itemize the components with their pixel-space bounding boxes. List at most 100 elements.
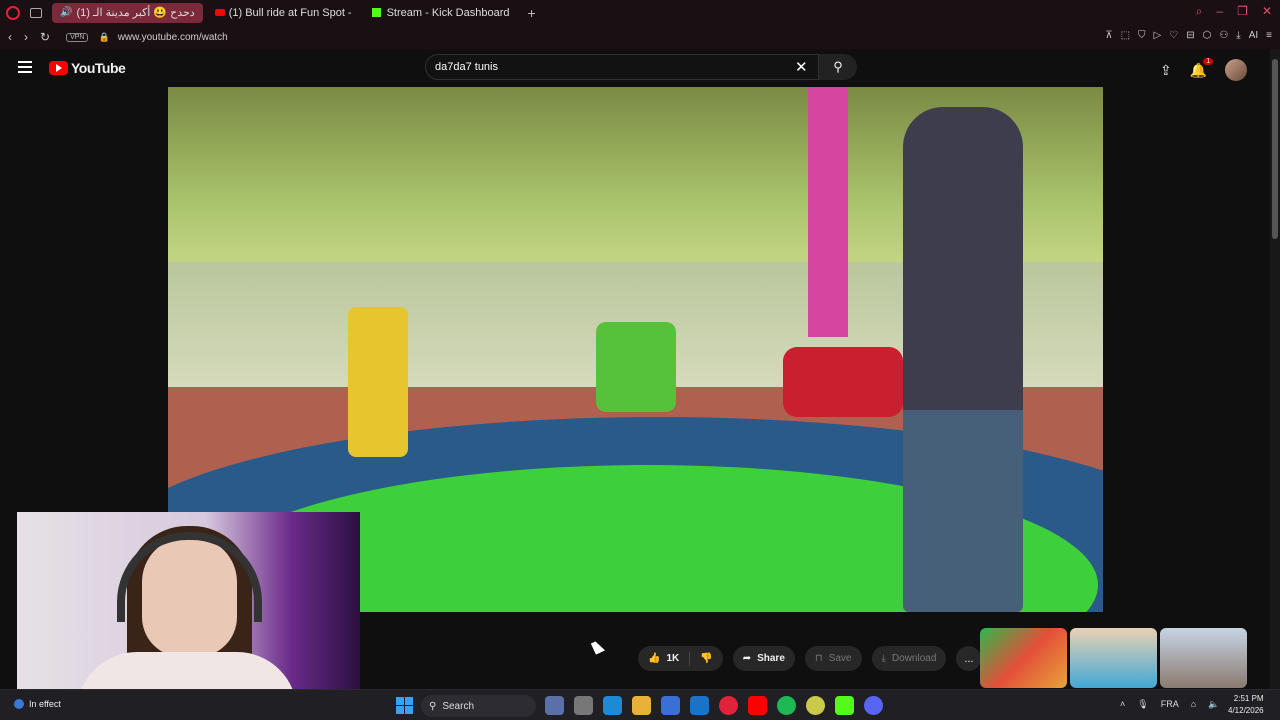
store-icon[interactable] <box>661 696 680 715</box>
search-button[interactable]: ⚲ <box>819 54 857 80</box>
shield-icon[interactable]: ⛉ <box>1138 30 1146 41</box>
bookmark-icon: ⊓ <box>814 653 823 664</box>
video-scene-motorbike-ride <box>596 322 676 412</box>
network-icon[interactable]: ⌂ <box>1191 699 1196 710</box>
nav-buttons: ‹ › ↻ <box>8 30 50 44</box>
opera-logo-icon[interactable] <box>6 5 20 20</box>
taskbar-search[interactable]: ⚲ Search <box>421 695 536 717</box>
opera-icon[interactable] <box>719 696 738 715</box>
windows-start-icon[interactable] <box>396 697 413 714</box>
download-icon: ⤓ <box>881 653 886 664</box>
tab-label: (1) دحدح 😃 أكبر مدينة الـ <box>76 7 195 19</box>
download-button[interactable]: ⤓ Download <box>871 646 947 671</box>
search-icon: ⚲ <box>833 59 843 74</box>
youtube-logo[interactable]: YouTube <box>49 60 126 76</box>
search-query: da7da7 tunis <box>435 61 498 73</box>
heart-icon[interactable]: ♡ <box>1169 30 1178 41</box>
search-input[interactable]: da7da7 tunis <box>425 54 819 80</box>
in-effect-label: In effect <box>29 699 61 709</box>
thumbs-up-icon: 👍 <box>648 653 661 664</box>
video-scene-pink-pillar <box>808 87 848 337</box>
tab-youtube-active[interactable]: 🔊 (1) دحدح 😃 أكبر مدينة الـ <box>52 2 203 23</box>
lock-icon[interactable]: 🔒 <box>98 32 109 43</box>
page-scrollbar[interactable] <box>1270 49 1280 689</box>
vpn-badge[interactable]: VPN <box>66 32 89 42</box>
snapshot-icon[interactable]: ⬚ <box>1121 30 1130 41</box>
video-scene-race-car <box>783 347 903 417</box>
edge-icon[interactable] <box>603 696 622 715</box>
save-button[interactable]: ⊓ Save <box>804 646 862 671</box>
player-icon[interactable]: ▷ <box>1154 30 1162 41</box>
recommendation-thumbnail[interactable] <box>1160 628 1247 688</box>
youtube-header: YouTube da7da7 tunis ✕ ⚲ ⇪ 🔔 1 <box>0 49 1270 87</box>
app-icon[interactable] <box>806 696 825 715</box>
share-icon: ➦ <box>742 653 752 664</box>
new-tab-button[interactable]: + <box>527 5 535 21</box>
file-manager-icon[interactable] <box>574 696 593 715</box>
tab-islands-icon[interactable] <box>30 7 42 18</box>
search-tabs-icon[interactable]: ⌕ <box>1196 4 1203 19</box>
folder-icon[interactable] <box>632 696 651 715</box>
tab-kick-dashboard[interactable]: Stream - Kick Dashboard <box>364 3 518 23</box>
ai-button[interactable]: AI <box>1249 30 1258 41</box>
tab-youtube-bull-ride[interactable]: (1) Bull ride at Fun Spot - <box>207 3 360 23</box>
clock-time: 2:51 PM <box>1233 694 1264 703</box>
share-label: Share <box>757 653 785 664</box>
notification-badge: 1 <box>1203 57 1214 65</box>
scrollbar-thumb[interactable] <box>1272 59 1278 239</box>
thumbs-down-icon[interactable]: 👎 <box>700 653 712 664</box>
pin-icon[interactable]: ⊼ <box>1105 30 1112 41</box>
browser-tab-bar: 🔊 (1) دحدح 😃 أكبر مدينة الـ (1) Bull rid… <box>0 0 1280 25</box>
chevron-up-icon[interactable]: ˄ <box>1120 699 1125 710</box>
taskbar-search-label: Search <box>442 700 475 712</box>
reload-icon[interactable]: ↻ <box>40 30 50 44</box>
extension-icon[interactable]: ⬡ <box>1203 30 1212 41</box>
kick-icon[interactable] <box>835 696 854 715</box>
volume-icon[interactable]: 🔈 <box>1208 699 1219 710</box>
bookmark-icon[interactable]: ⊟ <box>1186 30 1194 41</box>
more-icon: ... <box>964 652 974 665</box>
upload-icon[interactable]: ⇪ <box>1160 62 1172 79</box>
restore-icon[interactable]: ❐ <box>1237 4 1248 19</box>
download-icon[interactable]: ⤓ <box>1236 30 1240 41</box>
youtube-icon[interactable] <box>748 696 767 715</box>
back-icon[interactable]: ‹ <box>8 30 12 44</box>
outlook-icon[interactable] <box>690 696 709 715</box>
share-button[interactable]: ➦ Share <box>732 646 795 671</box>
task-view-icon[interactable] <box>545 696 564 715</box>
menu-icon[interactable]: ≡ <box>1266 30 1272 41</box>
video-actions: 👍 1K 👎 ➦ Share ⊓ Save ⤓ Download ... <box>638 646 982 671</box>
discord-icon[interactable] <box>864 696 883 715</box>
avatar[interactable] <box>1225 59 1248 81</box>
hamburger-menu-icon[interactable] <box>18 61 32 73</box>
speaker-icon[interactable]: 🔊 <box>60 7 72 18</box>
recommendation-thumbnail[interactable] <box>1070 628 1157 688</box>
clear-search-icon[interactable]: ✕ <box>795 58 808 76</box>
like-button[interactable]: 👍 1K 👎 <box>638 646 723 671</box>
tab-label: (1) Bull ride at Fun Spot - <box>228 6 352 19</box>
recommendation-thumbnails <box>980 628 1247 688</box>
in-effect-widget[interactable]: In effect <box>14 699 61 709</box>
minimize-icon[interactable]: – <box>1216 4 1223 19</box>
youtube-logo-text: YouTube <box>71 60 126 76</box>
more-actions-button[interactable]: ... <box>956 646 982 671</box>
mouse-cursor-icon <box>590 639 606 655</box>
like-count: 1K <box>666 653 680 664</box>
recommendation-thumbnail[interactable] <box>980 628 1067 688</box>
window-controls: ⌕ – ❐ ✕ <box>1196 4 1272 19</box>
video-scene-person <box>903 107 1023 612</box>
webcam-overlay <box>17 512 360 705</box>
header-actions: ⇪ 🔔 1 <box>1160 57 1248 81</box>
like-divider <box>689 651 691 666</box>
clock[interactable]: 2:51 PM 4/12/2026 <box>1228 693 1264 717</box>
notifications-button[interactable]: 🔔 1 <box>1190 57 1214 79</box>
url-field[interactable]: www.youtube.com/watch <box>118 32 228 43</box>
close-icon[interactable]: ✕ <box>1262 4 1272 19</box>
address-bar: ‹ › ↻ VPN 🔒 www.youtube.com/watch ⊼ ⬚ ⛉ … <box>0 25 1280 49</box>
forward-icon[interactable]: › <box>24 30 28 44</box>
spotify-icon[interactable] <box>777 696 796 715</box>
system-tray: ˄ 🎙 FRA ⌂ 🔈 <box>1120 699 1219 710</box>
language-indicator[interactable]: FRA <box>1161 699 1179 710</box>
profile-icon[interactable]: ⚇ <box>1219 30 1228 41</box>
microphone-icon[interactable]: 🎙 <box>1137 699 1148 710</box>
